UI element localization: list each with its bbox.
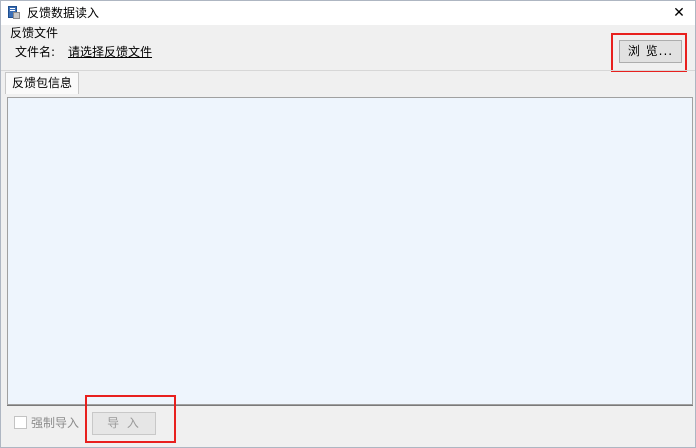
feedback-package-info-panel [7, 97, 693, 405]
feedback-file-group-label: 反馈文件 [10, 26, 59, 40]
browse-button[interactable]: 浏 览... [619, 40, 682, 63]
file-name-label: 文件名: [15, 45, 56, 59]
close-icon[interactable]: ✕ [671, 5, 687, 21]
force-import-label: 强制导入 [31, 416, 80, 430]
bottom-separator [7, 405, 693, 406]
window-title: 反馈数据读入 [27, 6, 100, 20]
force-import-checkbox[interactable] [14, 416, 27, 429]
app-icon [8, 6, 20, 19]
title-bar: 反馈数据读入 ✕ [1, 1, 695, 25]
separator [1, 70, 695, 71]
feedback-import-window: 反馈数据读入 ✕ 反馈文件 文件名: 请选择反馈文件 浏 览... 反馈包信息 … [0, 0, 696, 448]
select-file-link[interactable]: 请选择反馈文件 [68, 44, 152, 60]
import-button[interactable]: 导 入 [92, 412, 156, 435]
tab-feedback-package-info[interactable]: 反馈包信息 [5, 72, 80, 94]
